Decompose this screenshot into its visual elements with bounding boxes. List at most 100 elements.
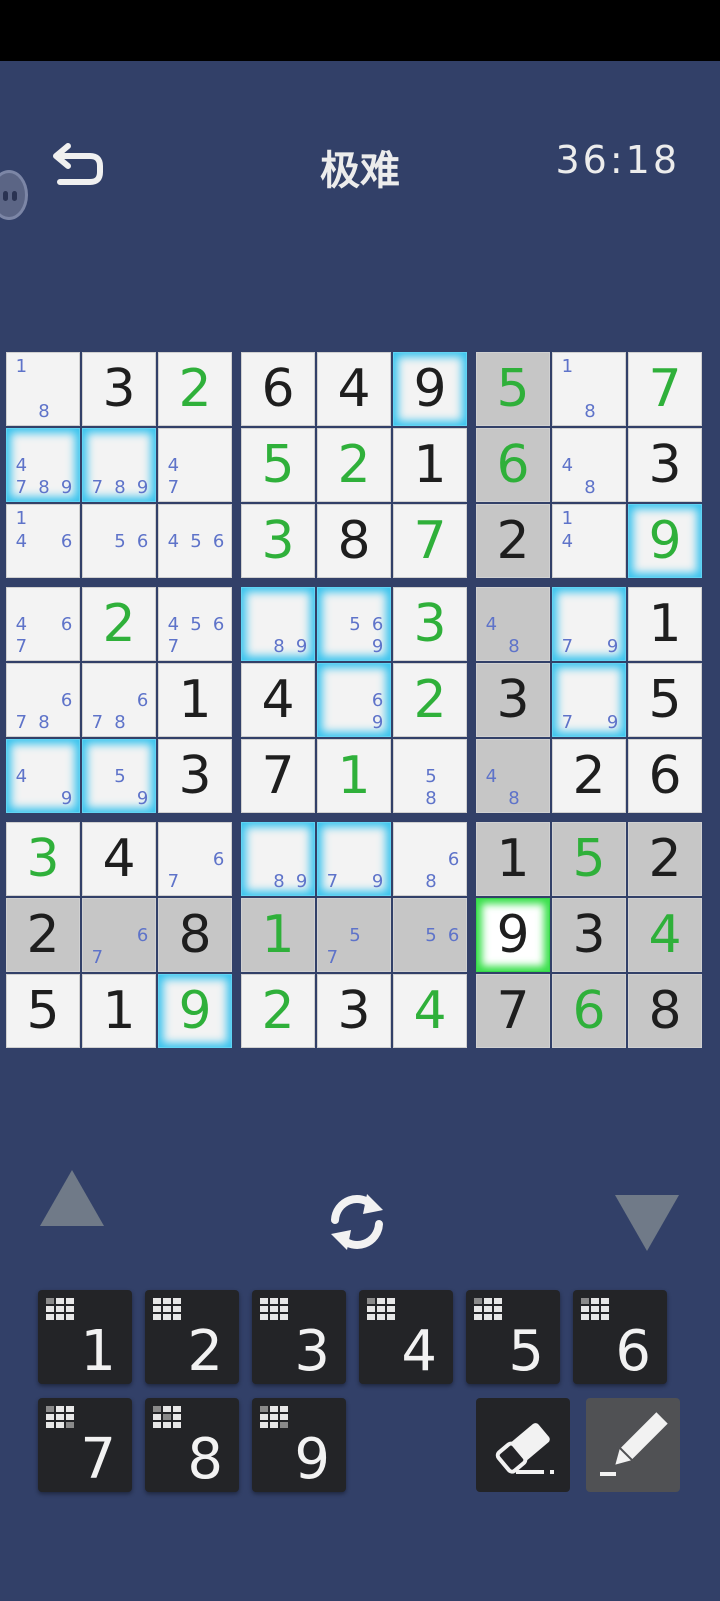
- sudoku-cell-r1c4[interactable]: 6: [241, 352, 315, 426]
- sudoku-cell-r8c3[interactable]: 8: [158, 898, 232, 972]
- sudoku-cell-r4c2[interactable]: 2: [82, 587, 156, 661]
- sudoku-cell-r4c8[interactable]: 79: [552, 587, 626, 661]
- floating-assistant-icon[interactable]: [0, 170, 28, 220]
- sudoku-cell-r3c8[interactable]: 14: [552, 504, 626, 578]
- sudoku-cell-r6c8[interactable]: 2: [552, 739, 626, 813]
- sudoku-cell-r7c6[interactable]: 68: [393, 822, 467, 896]
- sudoku-cell-r5c8[interactable]: 79: [552, 663, 626, 737]
- sudoku-cell-r9c5[interactable]: 3: [317, 974, 391, 1048]
- sudoku-cell-r9c6[interactable]: 4: [393, 974, 467, 1048]
- sudoku-cell-r8c2[interactable]: 67: [82, 898, 156, 972]
- number-key-3[interactable]: 3: [252, 1290, 346, 1384]
- sudoku-cell-r7c2[interactable]: 4: [82, 822, 156, 896]
- sudoku-cell-r6c2[interactable]: 59: [82, 739, 156, 813]
- sudoku-cell-r6c3[interactable]: 3: [158, 739, 232, 813]
- sudoku-cell-r8c9[interactable]: 4: [628, 898, 702, 972]
- sudoku-cell-r1c8[interactable]: 18: [552, 352, 626, 426]
- sudoku-cell-r8c5[interactable]: 57: [317, 898, 391, 972]
- sudoku-cell-r6c5[interactable]: 1: [317, 739, 391, 813]
- sudoku-cell-r1c5[interactable]: 4: [317, 352, 391, 426]
- sudoku-cell-r6c9[interactable]: 6: [628, 739, 702, 813]
- sudoku-cell-r8c6[interactable]: 56: [393, 898, 467, 972]
- sudoku-cell-r8c1[interactable]: 2: [6, 898, 80, 972]
- sudoku-cell-r3c9[interactable]: 9: [628, 504, 702, 578]
- sudoku-cell-r9c9[interactable]: 8: [628, 974, 702, 1048]
- sudoku-cell-r4c4[interactable]: 89: [241, 587, 315, 661]
- sudoku-cell-r8c4[interactable]: 1: [241, 898, 315, 972]
- number-key-7[interactable]: 7: [38, 1398, 132, 1492]
- number-key-8[interactable]: 8: [145, 1398, 239, 1492]
- sudoku-cell-r7c5[interactable]: 79: [317, 822, 391, 896]
- sudoku-cell-r9c4[interactable]: 2: [241, 974, 315, 1048]
- sudoku-cell-r2c9[interactable]: 3: [628, 428, 702, 502]
- sudoku-cell-r9c3[interactable]: 9: [158, 974, 232, 1048]
- sudoku-cell-r4c3[interactable]: 456 7: [158, 587, 232, 661]
- sudoku-cell-r3c2[interactable]: 56: [82, 504, 156, 578]
- sudoku-cell-r5c1[interactable]: 6 78: [6, 663, 80, 737]
- sudoku-cell-r2c7[interactable]: 6: [476, 428, 550, 502]
- sudoku-cell-r9c7[interactable]: 7: [476, 974, 550, 1048]
- sudoku-cell-r6c7[interactable]: 48: [476, 739, 550, 813]
- sudoku-cell-r1c9[interactable]: 7: [628, 352, 702, 426]
- refresh-button[interactable]: [323, 1190, 391, 1254]
- sudoku-cell-r7c9[interactable]: 2: [628, 822, 702, 896]
- sudoku-cell-r3c3[interactable]: 456: [158, 504, 232, 578]
- number-key-5[interactable]: 5: [466, 1290, 560, 1384]
- sudoku-cell-r9c1[interactable]: 5: [6, 974, 80, 1048]
- sudoku-cell-r1c3[interactable]: 2: [158, 352, 232, 426]
- number-key-6[interactable]: 6: [573, 1290, 667, 1384]
- candidate-mark: 4: [167, 613, 180, 635]
- sudoku-cell-r6c6[interactable]: 58: [393, 739, 467, 813]
- sudoku-cell-r2c1[interactable]: 4789: [6, 428, 80, 502]
- pencil-notes-button[interactable]: [586, 1398, 680, 1492]
- number-key-2[interactable]: 2: [145, 1290, 239, 1384]
- number-key-4[interactable]: 4: [359, 1290, 453, 1384]
- sudoku-cell-r5c3[interactable]: 1: [158, 663, 232, 737]
- sudoku-cell-r4c6[interactable]: 3: [393, 587, 467, 661]
- sudoku-cell-r5c5[interactable]: 69: [317, 663, 391, 737]
- sudoku-cell-r5c9[interactable]: 5: [628, 663, 702, 737]
- number-key-label: 8: [187, 1427, 223, 1492]
- sudoku-cell-r7c8[interactable]: 5: [552, 822, 626, 896]
- sudoku-cell-r3c1[interactable]: 14 6: [6, 504, 80, 578]
- sudoku-cell-r3c7[interactable]: 2: [476, 504, 550, 578]
- triangle-down-icon[interactable]: [615, 1195, 679, 1251]
- candidate-mark: [344, 902, 367, 925]
- sudoku-cell-r2c2[interactable]: 789: [82, 428, 156, 502]
- sudoku-cell-r7c1[interactable]: 3: [6, 822, 80, 896]
- sudoku-cell-r3c5[interactable]: 8: [317, 504, 391, 578]
- sudoku-cell-r2c6[interactable]: 1: [393, 428, 467, 502]
- sudoku-cell-r5c7[interactable]: 3: [476, 663, 550, 737]
- sudoku-cell-r5c6[interactable]: 2: [393, 663, 467, 737]
- sudoku-cell-r9c8[interactable]: 6: [552, 974, 626, 1048]
- sudoku-cell-r9c2[interactable]: 1: [82, 974, 156, 1048]
- sudoku-cell-r4c5[interactable]: 569: [317, 587, 391, 661]
- eraser-button[interactable]: [476, 1398, 570, 1492]
- back-button[interactable]: [50, 140, 110, 194]
- sudoku-cell-r4c1[interactable]: 4 6 7: [6, 587, 80, 661]
- sudoku-cell-r1c7[interactable]: 5: [476, 352, 550, 426]
- sudoku-cell-r6c4[interactable]: 7: [241, 739, 315, 813]
- sudoku-cell-r1c1[interactable]: 18: [6, 352, 80, 426]
- sudoku-cell-r1c6[interactable]: 9: [393, 352, 467, 426]
- sudoku-cell-r8c7[interactable]: 9: [476, 898, 550, 972]
- sudoku-cell-r3c4[interactable]: 3: [241, 504, 315, 578]
- sudoku-cell-r5c2[interactable]: 6 78: [82, 663, 156, 737]
- sudoku-cell-r5c4[interactable]: 4: [241, 663, 315, 737]
- sudoku-cell-r7c7[interactable]: 1: [476, 822, 550, 896]
- number-key-9[interactable]: 9: [252, 1398, 346, 1492]
- sudoku-cell-r3c6[interactable]: 7: [393, 504, 467, 578]
- sudoku-cell-r2c5[interactable]: 2: [317, 428, 391, 502]
- sudoku-cell-r6c1[interactable]: 49: [6, 739, 80, 813]
- sudoku-cell-r7c3[interactable]: 67: [158, 822, 232, 896]
- sudoku-cell-r7c4[interactable]: 89: [241, 822, 315, 896]
- sudoku-cell-r2c4[interactable]: 5: [241, 428, 315, 502]
- sudoku-cell-r2c3[interactable]: 47: [158, 428, 232, 502]
- sudoku-cell-r2c8[interactable]: 48: [552, 428, 626, 502]
- sudoku-cell-r4c9[interactable]: 1: [628, 587, 702, 661]
- sudoku-cell-r1c2[interactable]: 3: [82, 352, 156, 426]
- number-key-1[interactable]: 1: [38, 1290, 132, 1384]
- sudoku-cell-r8c8[interactable]: 3: [552, 898, 626, 972]
- sudoku-cell-r4c7[interactable]: 48: [476, 587, 550, 661]
- triangle-up-icon[interactable]: [40, 1170, 104, 1226]
